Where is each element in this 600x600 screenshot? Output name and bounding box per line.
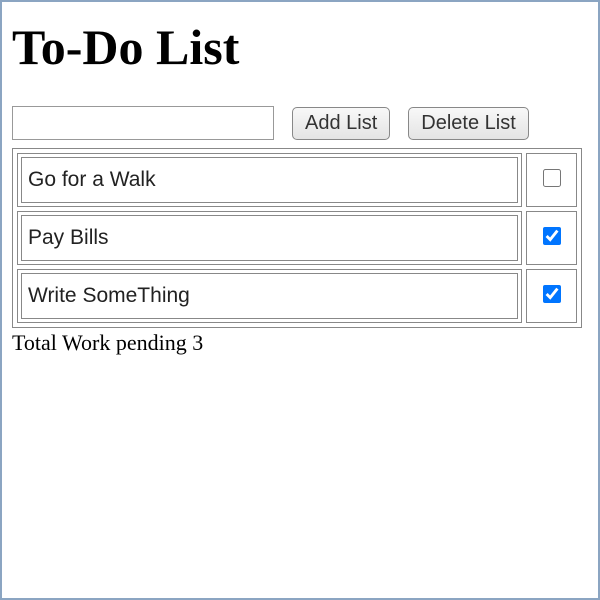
controls-row: Add List Delete List bbox=[12, 106, 588, 140]
check-cell bbox=[526, 153, 577, 207]
table-row: Pay Bills bbox=[17, 211, 577, 265]
status-text: Total Work pending 3 bbox=[12, 330, 588, 356]
task-checkbox[interactable] bbox=[543, 169, 561, 187]
page-title: To-Do List bbox=[12, 18, 588, 76]
table-row: Write SomeThing bbox=[17, 269, 577, 323]
app-frame: To-Do List Add List Delete List Go for a… bbox=[0, 0, 600, 600]
task-cell: Write SomeThing bbox=[17, 269, 522, 323]
status-count: 3 bbox=[192, 330, 203, 355]
check-cell bbox=[526, 269, 577, 323]
todo-table: Go for a Walk Pay Bills Write SomeThing bbox=[12, 148, 582, 328]
check-cell bbox=[526, 211, 577, 265]
add-list-button[interactable]: Add List bbox=[292, 107, 390, 140]
task-checkbox[interactable] bbox=[543, 227, 561, 245]
task-cell: Pay Bills bbox=[17, 211, 522, 265]
task-label: Write SomeThing bbox=[21, 273, 518, 319]
new-task-input[interactable] bbox=[12, 106, 274, 140]
task-cell: Go for a Walk bbox=[17, 153, 522, 207]
task-label: Go for a Walk bbox=[21, 157, 518, 203]
task-label: Pay Bills bbox=[21, 215, 518, 261]
delete-list-button[interactable]: Delete List bbox=[408, 107, 529, 140]
table-row: Go for a Walk bbox=[17, 153, 577, 207]
status-prefix: Total Work pending bbox=[12, 330, 192, 355]
task-checkbox[interactable] bbox=[543, 285, 561, 303]
